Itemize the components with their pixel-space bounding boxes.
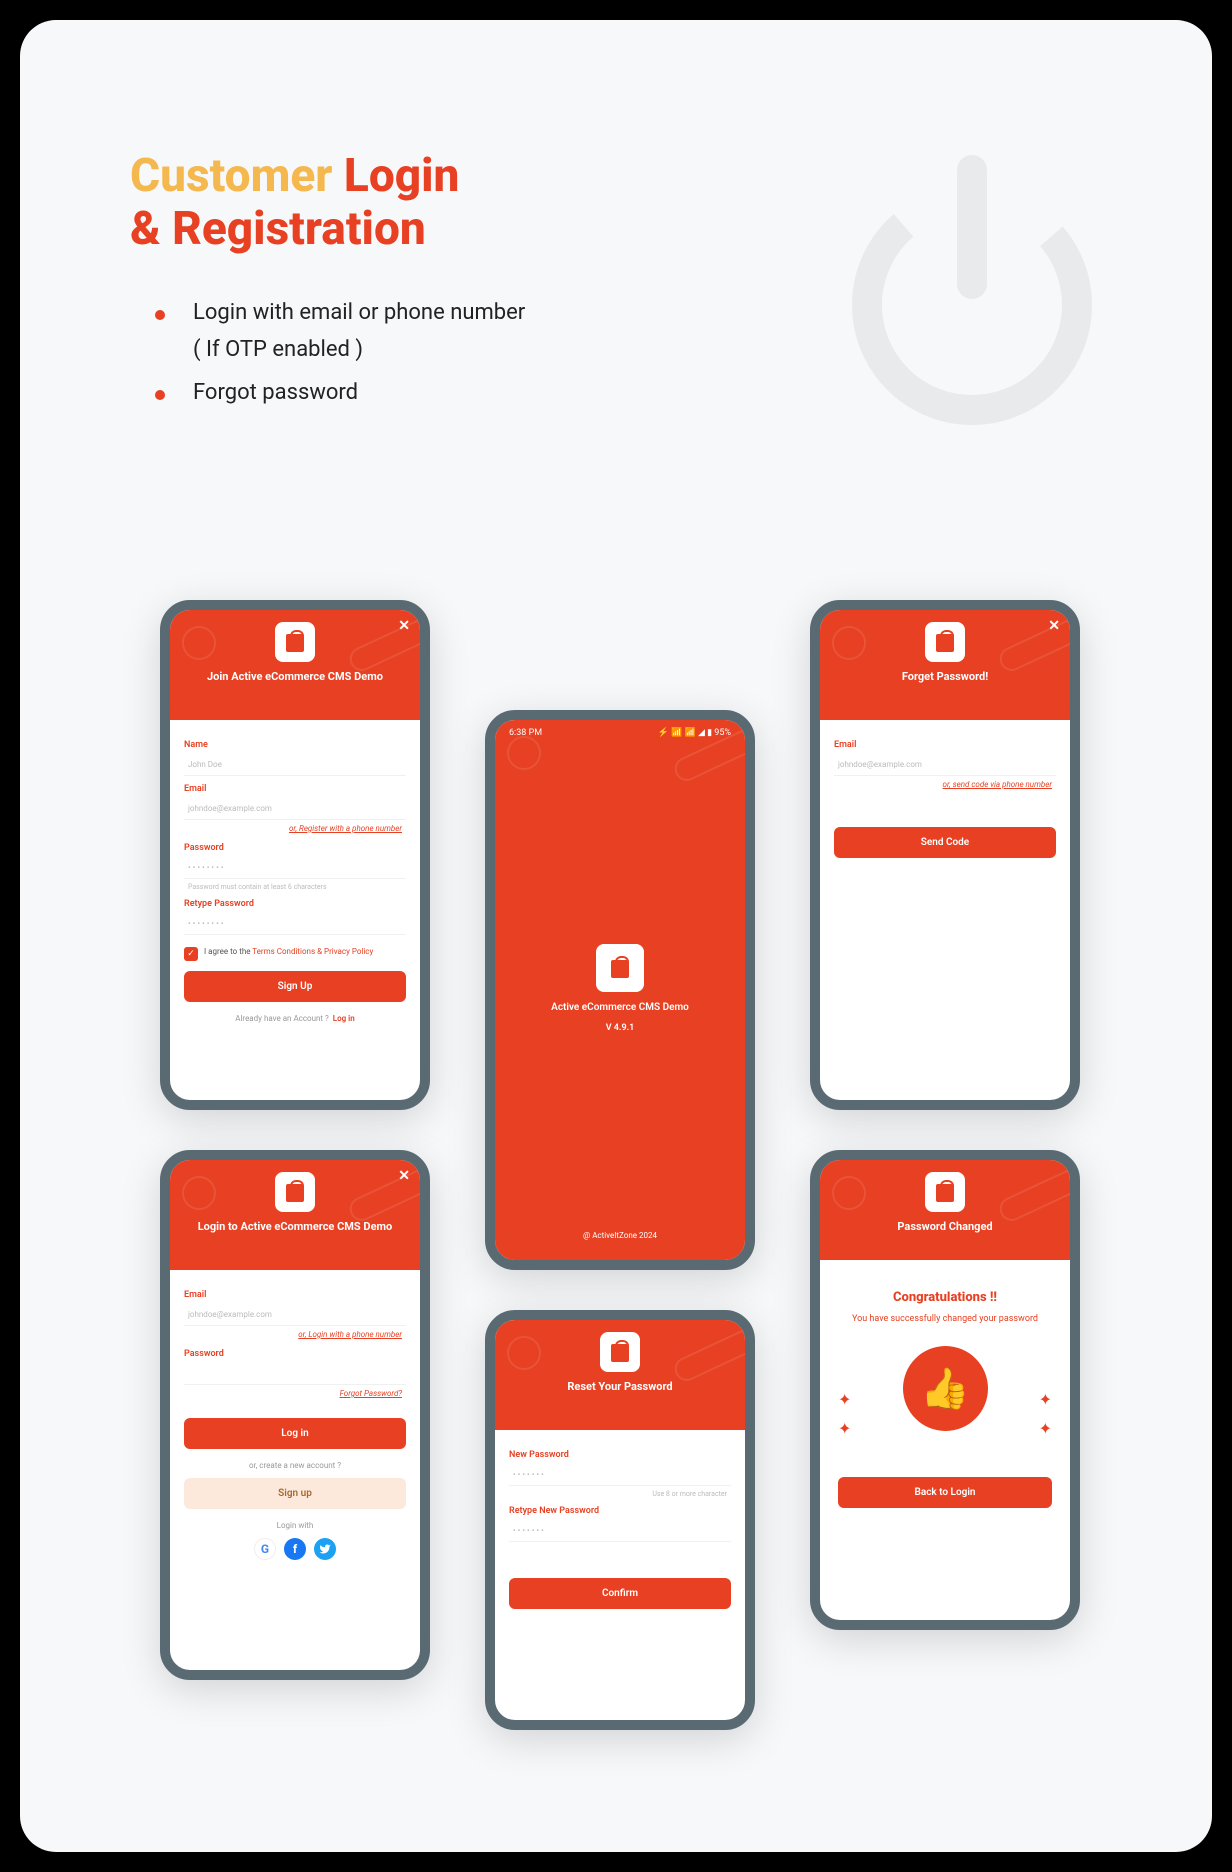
bag-icon [284, 1180, 306, 1204]
password-help: Password must contain at least 6 charact… [184, 881, 406, 899]
google-login-button[interactable]: G [254, 1538, 276, 1560]
phone-splash: 6:38 PM ⚡ 📶 📶 ◢ ▮ 95% Active eCommerce C… [485, 710, 755, 1270]
email-input[interactable]: johndoe@example.com [184, 1304, 406, 1326]
sparkle-icon: ✦ [838, 1390, 851, 1409]
email-input[interactable]: johndoe@example.com [834, 754, 1056, 776]
sparkle-icon: ✦ [1039, 1390, 1052, 1409]
have-account-text: Already have an Account ? Log in [184, 1014, 406, 1023]
feature-item: Forgot password [155, 380, 1102, 405]
title-word-customer: Customer [130, 149, 332, 203]
name-label: Name [184, 740, 406, 750]
close-icon[interactable]: ✕ [398, 1168, 410, 1184]
sparkle-icon: ✦ [1039, 1419, 1052, 1438]
bag-icon [934, 630, 956, 654]
app-logo [596, 944, 644, 992]
app-logo [275, 622, 315, 662]
new-password-label: New Password [509, 1450, 731, 1460]
login-phone-link[interactable]: or, Login with a phone number [184, 1328, 406, 1349]
facebook-login-button[interactable]: f [284, 1538, 306, 1560]
retype-input[interactable]: • • • • • • • • [184, 913, 406, 935]
twitter-login-button[interactable] [314, 1538, 336, 1560]
agree-checkbox[interactable]: ✓ [184, 947, 198, 961]
thumbs-up-icon: 👍 [903, 1346, 988, 1431]
retype-new-password-label: Retype New Password [509, 1506, 731, 1516]
app-logo [925, 1172, 965, 1212]
phone-mockups: ✕ Join Active eCommerce CMS Demo Name Jo… [20, 600, 1212, 1850]
register-phone-link[interactable]: or, Register with a phone number [184, 822, 406, 843]
success-message: You have successfully changed your passw… [838, 1313, 1052, 1326]
success-badge: 👍 [903, 1346, 988, 1431]
app-logo [600, 1332, 640, 1372]
new-password-input[interactable]: • • • • • • • [509, 1464, 731, 1486]
email-label: Email [834, 740, 1056, 750]
phone-reset-password: Reset Your Password New Password • • • •… [485, 1310, 755, 1730]
forgot-password-link[interactable]: Forgot Password? [184, 1387, 406, 1408]
close-icon[interactable]: ✕ [1048, 618, 1060, 634]
title-word-registration: & Registration [130, 202, 426, 256]
sparkle-icon: ✦ [838, 1419, 851, 1438]
bag-icon [609, 1340, 631, 1364]
phone-signup: ✕ Join Active eCommerce CMS Demo Name Jo… [160, 600, 430, 1110]
app-logo [275, 1172, 315, 1212]
phone-login: ✕ Login to Active eCommerce CMS Demo Ema… [160, 1150, 430, 1680]
bag-icon [284, 630, 306, 654]
login-link[interactable]: Log in [333, 1014, 355, 1023]
agree-text: I agree to the [204, 947, 250, 956]
agree-row: ✓ I agree to the Terms Conditions & Priv… [184, 947, 406, 961]
back-to-login-button[interactable]: Back to Login [838, 1477, 1052, 1508]
email-label: Email [184, 784, 406, 794]
password-input[interactable] [184, 1363, 406, 1385]
login-button[interactable]: Log in [184, 1418, 406, 1449]
congrats-title: Congratulations !! [838, 1290, 1052, 1305]
phone-forgot-password: ✕ Forget Password! Email johndoe@example… [810, 600, 1080, 1110]
retype-new-password-input[interactable]: • • • • • • • [509, 1520, 731, 1542]
promo-card: Customer Login & Registration Login with… [20, 20, 1212, 1852]
bag-icon [934, 1180, 956, 1204]
name-input[interactable]: John Doe [184, 754, 406, 776]
terms-link[interactable]: Terms Conditions & Privacy Policy [252, 947, 373, 956]
send-code-button[interactable]: Send Code [834, 827, 1056, 858]
bag-icon [609, 956, 631, 980]
title-word-login: Login [344, 149, 460, 203]
close-icon[interactable]: ✕ [398, 618, 410, 634]
phone-password-changed: Password Changed Congratulations !! You … [810, 1150, 1080, 1630]
password-label: Password [184, 843, 406, 853]
send-via-phone-link[interactable]: or, send code via phone number [834, 778, 1056, 799]
feature-item: Login with email or phone number [155, 300, 1102, 325]
email-input[interactable]: johndoe@example.com [184, 798, 406, 820]
email-label: Email [184, 1290, 406, 1300]
password-input[interactable]: • • • • • • • • [184, 857, 406, 879]
password-label: Password [184, 1349, 406, 1359]
login-with-label: Login with [184, 1521, 406, 1530]
password-help: Use 8 or more character [509, 1488, 731, 1506]
app-logo [925, 622, 965, 662]
signup-button[interactable]: Sign Up [184, 971, 406, 1002]
confirm-button[interactable]: Confirm [509, 1578, 731, 1609]
signup-button[interactable]: Sign up [184, 1478, 406, 1509]
retype-label: Retype Password [184, 899, 406, 909]
create-account-prompt: or, create a new account ? [184, 1461, 406, 1470]
social-login-row: G f [184, 1538, 406, 1560]
